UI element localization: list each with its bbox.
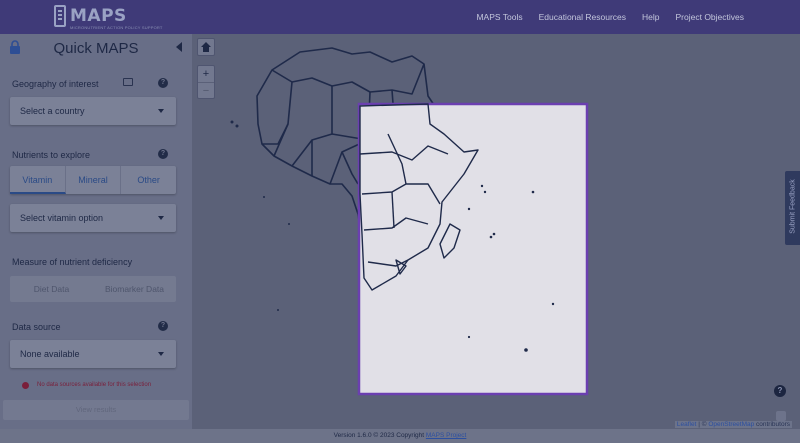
logo-subtitle: MICRONUTRIENT ACTION POLICY SUPPORT <box>70 25 163 30</box>
nutrients-help-icon[interactable]: ? <box>158 149 168 159</box>
attribution-contributors: contributors <box>754 421 790 428</box>
home-button[interactable] <box>197 38 215 56</box>
main-nav: MAPS Tools Educational Resources Help Pr… <box>476 0 744 34</box>
nav-maps-tools[interactable]: MAPS Tools <box>476 12 522 22</box>
tab-mineral[interactable]: Mineral <box>66 166 122 194</box>
africa-map <box>230 47 589 396</box>
maps-project-link[interactable]: MAPS Project <box>426 432 466 439</box>
view-results-button[interactable]: View results <box>3 400 189 420</box>
footer: Version 1.6.0 © 2023 Copyright MAPS Proj… <box>0 429 800 443</box>
leaflet-link[interactable]: Leaflet <box>677 421 697 428</box>
nutrient-tabs: Vitamin Mineral Other <box>10 166 176 194</box>
nutrients-label: Nutrients to explore <box>12 150 91 160</box>
chevron-down-icon <box>158 352 164 356</box>
data-source-error: No data sources available for this selec… <box>37 382 152 388</box>
logo-text: MAPS <box>70 6 127 26</box>
diet-data-button[interactable]: Diet Data <box>10 276 93 302</box>
zoom-out-button[interactable]: − <box>198 82 214 98</box>
data-source-help-icon[interactable]: ? <box>158 321 168 331</box>
data-source-label: Data source <box>12 322 61 332</box>
nav-project-objectives[interactable]: Project Objectives <box>676 12 745 22</box>
quick-maps-sidebar: Quick MAPS Geography of interest ? Selec… <box>0 34 192 429</box>
vitamin-select-value: Select vitamin option <box>20 213 104 223</box>
logo-mark-icon <box>54 5 66 27</box>
sidebar-title: Quick MAPS <box>53 40 139 57</box>
attribution-separator: | © <box>696 421 709 428</box>
collapse-sidebar-icon[interactable] <box>176 42 182 52</box>
home-icon <box>201 42 211 52</box>
nav-educational-resources[interactable]: Educational Resources <box>539 12 626 22</box>
measure-toggle: Diet Data Biomarker Data <box>10 276 176 302</box>
map-view[interactable]: + − Submit Feedback ? Leaflet | © OpenSt… <box>192 34 800 429</box>
map-icon[interactable] <box>123 78 133 86</box>
footer-text: Version 1.6.0 © 2023 Copyright <box>333 432 426 439</box>
nav-help[interactable]: Help <box>642 12 659 22</box>
geography-label: Geography of interest <box>12 79 99 89</box>
biomarker-data-button[interactable]: Biomarker Data <box>93 276 176 302</box>
error-icon <box>22 382 29 389</box>
maps-logo[interactable]: MAPS MICRONUTRIENT ACTION POLICY SUPPORT <box>54 5 162 30</box>
scroll-handle[interactable] <box>776 411 786 421</box>
chevron-down-icon <box>158 216 164 220</box>
tab-vitamin[interactable]: Vitamin <box>10 166 66 194</box>
zoom-control: + − <box>197 65 215 99</box>
feedback-label: Submit Feedback <box>789 179 797 234</box>
country-select[interactable]: Select a country <box>10 97 176 125</box>
measure-label: Measure of nutrient deficiency <box>12 257 133 267</box>
osm-link[interactable]: OpenStreetMap <box>708 421 754 428</box>
data-source-select[interactable]: None available <box>10 340 176 368</box>
top-bar: MAPS MICRONUTRIENT ACTION POLICY SUPPORT… <box>0 0 800 34</box>
zoom-in-button[interactable]: + <box>198 66 214 82</box>
geography-help-icon[interactable]: ? <box>158 78 168 88</box>
selected-region-highlight <box>357 102 589 396</box>
data-source-select-value: None available <box>20 349 80 359</box>
map-attribution: Leaflet | © OpenStreetMap contributors <box>674 421 792 428</box>
vitamin-select[interactable]: Select vitamin option <box>10 204 176 232</box>
chevron-down-icon <box>158 109 164 113</box>
help-icon[interactable]: ? <box>774 385 786 397</box>
tab-other[interactable]: Other <box>121 166 176 194</box>
country-select-value: Select a country <box>20 106 85 116</box>
submit-feedback-button[interactable]: Submit Feedback <box>785 171 800 245</box>
